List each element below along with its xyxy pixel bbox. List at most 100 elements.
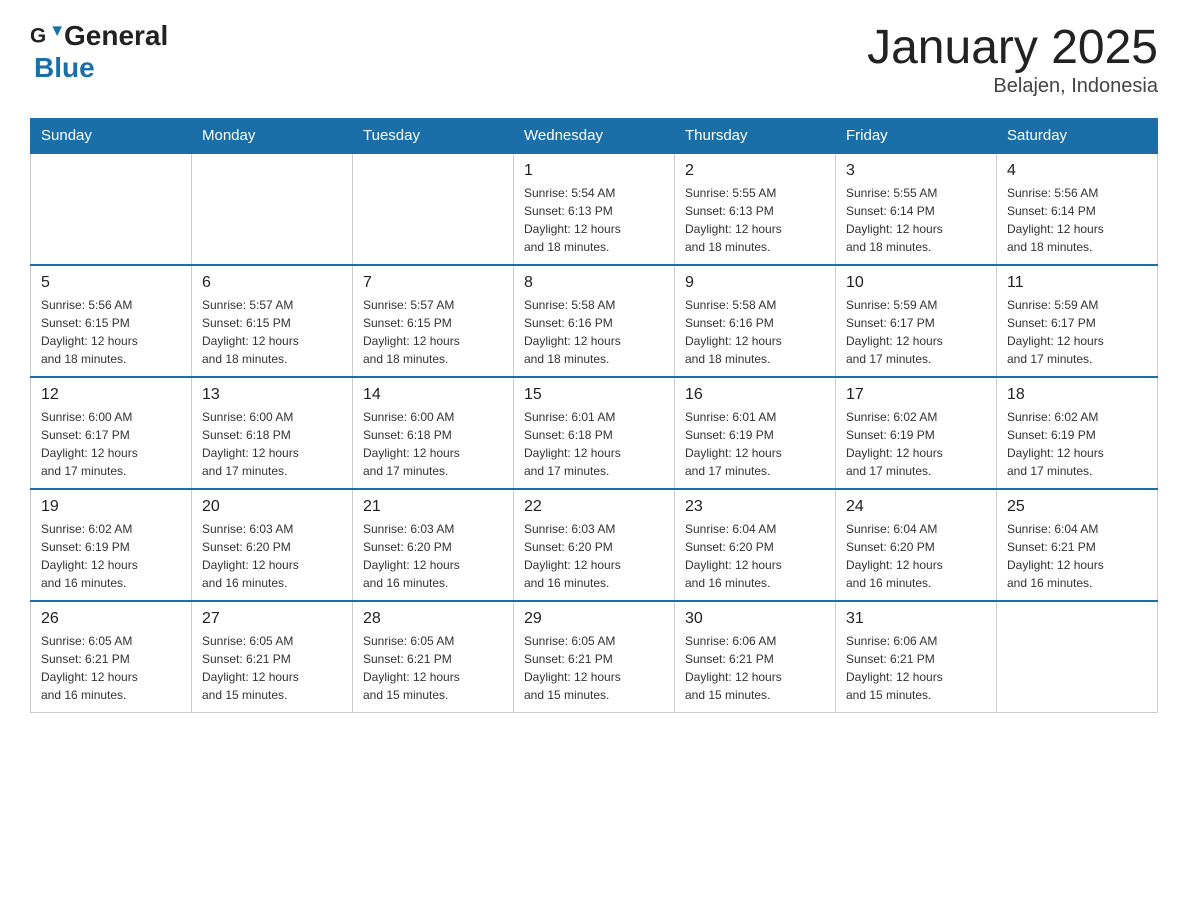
day-info: Sunrise: 6:06 AMSunset: 6:21 PMDaylight:… — [846, 632, 986, 704]
day-info: Sunrise: 5:59 AMSunset: 6:17 PMDaylight:… — [1007, 296, 1147, 368]
day-info: Sunrise: 6:04 AMSunset: 6:20 PMDaylight:… — [685, 520, 825, 592]
day-header-monday: Monday — [192, 119, 353, 154]
calendar-cell: 30 Sunrise: 6:06 AMSunset: 6:21 PMDayligh… — [675, 601, 836, 713]
calendar-cell — [192, 153, 353, 265]
day-number: 16 — [685, 386, 825, 404]
day-info: Sunrise: 6:00 AMSunset: 6:17 PMDaylight:… — [41, 408, 181, 480]
day-number: 3 — [846, 162, 986, 180]
day-number: 17 — [846, 386, 986, 404]
calendar-cell: 20 Sunrise: 6:03 AMSunset: 6:20 PMDayligh… — [192, 489, 353, 601]
day-header-thursday: Thursday — [675, 119, 836, 154]
day-info: Sunrise: 5:54 AMSunset: 6:13 PMDaylight:… — [524, 184, 664, 256]
day-info: Sunrise: 5:55 AMSunset: 6:14 PMDaylight:… — [846, 184, 986, 256]
day-number: 13 — [202, 386, 342, 404]
calendar-cell: 31 Sunrise: 6:06 AMSunset: 6:21 PMDayligh… — [836, 601, 997, 713]
day-number: 8 — [524, 274, 664, 292]
day-info: Sunrise: 6:00 AMSunset: 6:18 PMDaylight:… — [202, 408, 342, 480]
calendar-cell: 28 Sunrise: 6:05 AMSunset: 6:21 PMDayligh… — [353, 601, 514, 713]
day-number: 12 — [41, 386, 181, 404]
calendar-cell: 6Sunrise: 5:57 AMSunset: 6:15 PMDaylight… — [192, 265, 353, 377]
calendar-cell: 16 Sunrise: 6:01 AMSunset: 6:19 PMDayligh… — [675, 377, 836, 489]
calendar-table: SundayMondayTuesdayWednesdayThursdayFrid… — [30, 118, 1158, 713]
title-section: January 2025 Belajen, Indonesia — [867, 20, 1158, 98]
day-info: Sunrise: 5:58 AMSunset: 6:16 PMDaylight:… — [685, 296, 825, 368]
logo-blue: Blue — [34, 52, 95, 83]
day-number: 1 — [524, 162, 664, 180]
calendar-cell: 9Sunrise: 5:58 AMSunset: 6:16 PMDaylight… — [675, 265, 836, 377]
day-number: 31 — [846, 610, 986, 628]
day-number: 26 — [41, 610, 181, 628]
day-header-sunday: Sunday — [31, 119, 192, 154]
day-number: 19 — [41, 498, 181, 516]
day-number: 28 — [363, 610, 503, 628]
calendar-cell: 23 Sunrise: 6:04 AMSunset: 6:20 PMDayligh… — [675, 489, 836, 601]
calendar-cell — [353, 153, 514, 265]
calendar-cell: 19 Sunrise: 6:02 AMSunset: 6:19 PMDayligh… — [31, 489, 192, 601]
day-number: 2 — [685, 162, 825, 180]
day-number: 20 — [202, 498, 342, 516]
day-info: Sunrise: 5:56 AMSunset: 6:14 PMDaylight:… — [1007, 184, 1147, 256]
day-number: 6 — [202, 274, 342, 292]
day-number: 14 — [363, 386, 503, 404]
day-info: Sunrise: 5:57 AMSunset: 6:15 PMDaylight:… — [363, 296, 503, 368]
calendar-cell: 3 Sunrise: 5:55 AMSunset: 6:14 PMDaylight… — [836, 153, 997, 265]
calendar-cell: 1 Sunrise: 5:54 AMSunset: 6:13 PMDaylight… — [514, 153, 675, 265]
day-number: 27 — [202, 610, 342, 628]
day-info: Sunrise: 6:05 AMSunset: 6:21 PMDaylight:… — [202, 632, 342, 704]
calendar-cell: 2 Sunrise: 5:55 AMSunset: 6:13 PMDaylight… — [675, 153, 836, 265]
day-info: Sunrise: 6:02 AMSunset: 6:19 PMDaylight:… — [1007, 408, 1147, 480]
calendar-cell: 25Sunrise: 6:04 AMSunset: 6:21 PMDayligh… — [997, 489, 1158, 601]
calendar-cell: 24 Sunrise: 6:04 AMSunset: 6:20 PMDayligh… — [836, 489, 997, 601]
svg-text:G: G — [30, 24, 46, 47]
calendar-cell: 15 Sunrise: 6:01 AMSunset: 6:18 PMDayligh… — [514, 377, 675, 489]
day-info: Sunrise: 6:05 AMSunset: 6:21 PMDaylight:… — [41, 632, 181, 704]
day-info: Sunrise: 6:01 AMSunset: 6:18 PMDaylight:… — [524, 408, 664, 480]
logo: G General Blue — [30, 20, 168, 84]
week-row-5: 26 Sunrise: 6:05 AMSunset: 6:21 PMDayligh… — [31, 601, 1158, 713]
day-info: Sunrise: 5:56 AMSunset: 6:15 PMDaylight:… — [41, 296, 181, 368]
week-row-2: 5 Sunrise: 5:56 AMSunset: 6:15 PMDaylight… — [31, 265, 1158, 377]
day-info: Sunrise: 6:04 AMSunset: 6:21 PMDaylight:… — [1007, 520, 1147, 592]
calendar-cell — [31, 153, 192, 265]
day-number: 22 — [524, 498, 664, 516]
day-info: Sunrise: 6:00 AMSunset: 6:18 PMDaylight:… — [363, 408, 503, 480]
calendar-cell: 5 Sunrise: 5:56 AMSunset: 6:15 PMDaylight… — [31, 265, 192, 377]
day-header-wednesday: Wednesday — [514, 119, 675, 154]
day-number: 29 — [524, 610, 664, 628]
day-info: Sunrise: 6:03 AMSunset: 6:20 PMDaylight:… — [524, 520, 664, 592]
calendar-cell: 11 Sunrise: 5:59 AMSunset: 6:17 PMDayligh… — [997, 265, 1158, 377]
day-info: Sunrise: 6:03 AMSunset: 6:20 PMDaylight:… — [202, 520, 342, 592]
day-number: 21 — [363, 498, 503, 516]
week-row-1: 1 Sunrise: 5:54 AMSunset: 6:13 PMDaylight… — [31, 153, 1158, 265]
day-info: Sunrise: 6:02 AMSunset: 6:19 PMDaylight:… — [846, 408, 986, 480]
calendar-cell: 26 Sunrise: 6:05 AMSunset: 6:21 PMDayligh… — [31, 601, 192, 713]
week-row-4: 19 Sunrise: 6:02 AMSunset: 6:19 PMDayligh… — [31, 489, 1158, 601]
logo-general: General — [64, 20, 168, 52]
day-info: Sunrise: 5:59 AMSunset: 6:17 PMDaylight:… — [846, 296, 986, 368]
day-number: 5 — [41, 274, 181, 292]
day-info: Sunrise: 6:01 AMSunset: 6:19 PMDaylight:… — [685, 408, 825, 480]
day-number: 30 — [685, 610, 825, 628]
calendar-cell: 18 Sunrise: 6:02 AMSunset: 6:19 PMDayligh… — [997, 377, 1158, 489]
logo-icon: G — [30, 20, 62, 52]
calendar-cell: 13 Sunrise: 6:00 AMSunset: 6:18 PMDayligh… — [192, 377, 353, 489]
calendar-cell: 14 Sunrise: 6:00 AMSunset: 6:18 PMDayligh… — [353, 377, 514, 489]
days-header-row: SundayMondayTuesdayWednesdayThursdayFrid… — [31, 119, 1158, 154]
day-number: 11 — [1007, 274, 1147, 292]
calendar-cell: 12 Sunrise: 6:00 AMSunset: 6:17 PMDayligh… — [31, 377, 192, 489]
day-number: 15 — [524, 386, 664, 404]
calendar-cell: 4 Sunrise: 5:56 AMSunset: 6:14 PMDaylight… — [997, 153, 1158, 265]
day-number: 7 — [363, 274, 503, 292]
day-info: Sunrise: 5:58 AMSunset: 6:16 PMDaylight:… — [524, 296, 664, 368]
day-info: Sunrise: 6:02 AMSunset: 6:19 PMDaylight:… — [41, 520, 181, 592]
day-info: Sunrise: 6:04 AMSunset: 6:20 PMDaylight:… — [846, 520, 986, 592]
day-number: 4 — [1007, 162, 1147, 180]
day-number: 23 — [685, 498, 825, 516]
calendar-cell: 22 Sunrise: 6:03 AMSunset: 6:20 PMDayligh… — [514, 489, 675, 601]
day-info: Sunrise: 5:55 AMSunset: 6:13 PMDaylight:… — [685, 184, 825, 256]
page-header: G General Blue January 2025 Belajen, Ind… — [30, 20, 1158, 98]
day-number: 24 — [846, 498, 986, 516]
day-info: Sunrise: 6:06 AMSunset: 6:21 PMDaylight:… — [685, 632, 825, 704]
day-info: Sunrise: 6:05 AMSunset: 6:21 PMDaylight:… — [363, 632, 503, 704]
day-number: 18 — [1007, 386, 1147, 404]
